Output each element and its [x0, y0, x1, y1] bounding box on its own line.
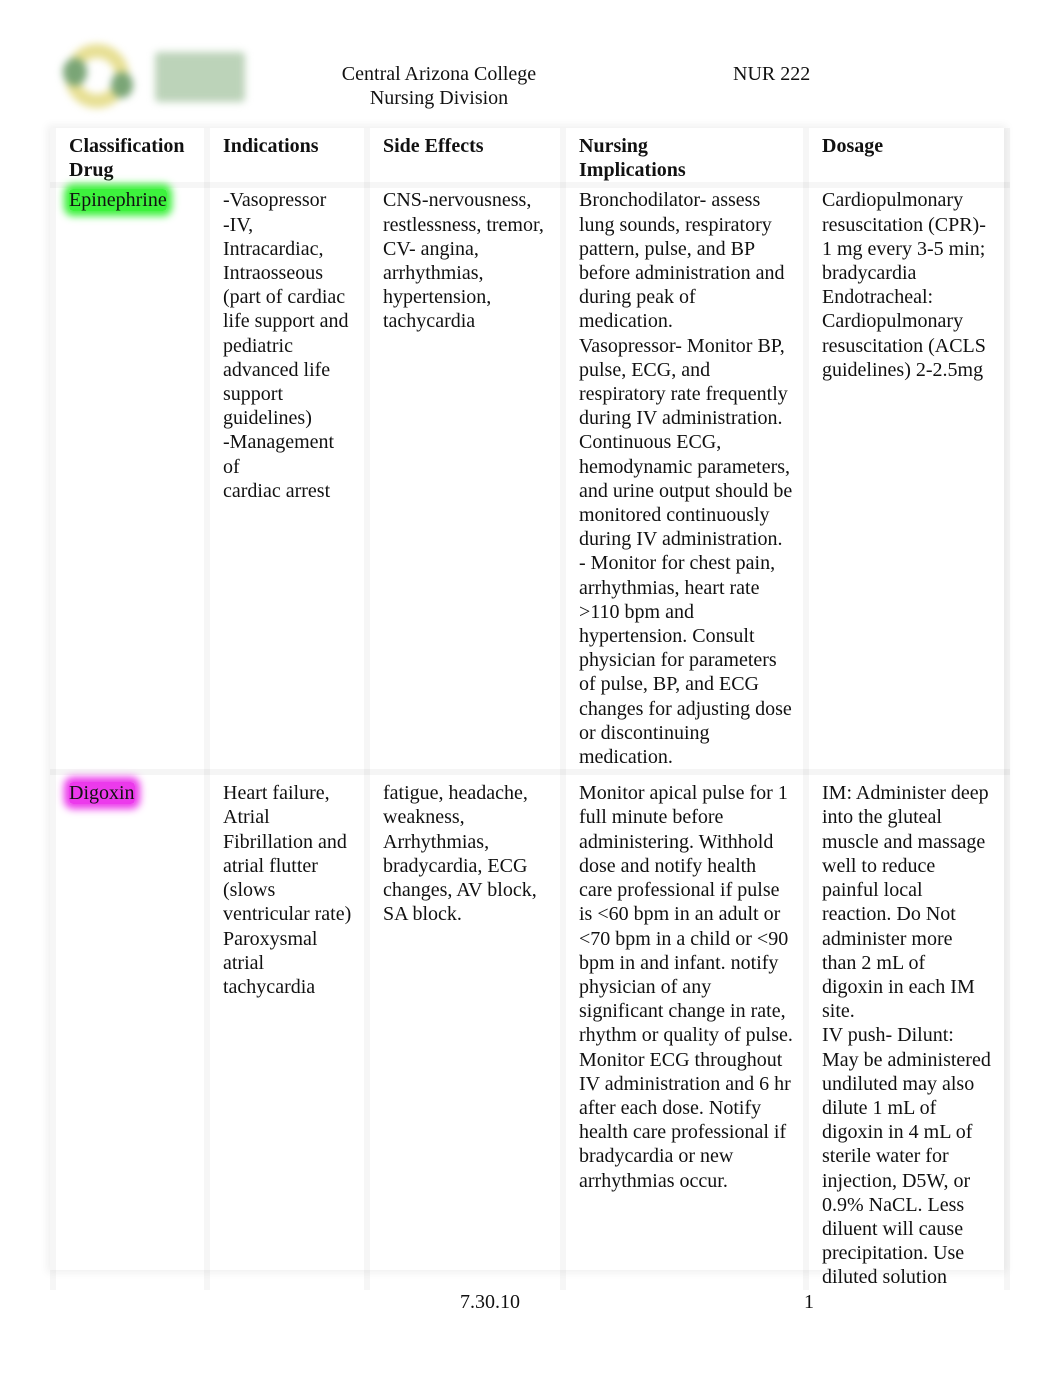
course-code: NUR 222 — [733, 63, 811, 85]
dosage-cell: Cardiopulmonary resuscitation (CPR)- 1 m… — [806, 185, 1007, 776]
logo-leaf-icon — [111, 72, 133, 98]
column-header-dosage: Dosage — [806, 128, 1007, 185]
document-header: Central Arizona College Nursing Division — [300, 62, 578, 110]
logo-leaf-icon — [63, 58, 87, 86]
page-number: 1 — [804, 1291, 814, 1313]
indications-cell: -Vasopressor -IV, Intracardiac, Intraoss… — [207, 185, 367, 776]
drug-table: Classification Drug Indications Side Eff… — [50, 128, 1007, 1288]
dosage-cell: IM: Administer deep into the gluteal mus… — [806, 772, 1007, 1289]
table-header-row: Classification Drug Indications Side Eff… — [53, 128, 1007, 185]
logo-wordmark — [155, 52, 245, 102]
drug-name: Digoxin — [69, 782, 135, 805]
drug-cell: Digoxin — [53, 772, 207, 1289]
side-effects-cell: fatigue, headache, weakness, Arrhythmias… — [367, 772, 563, 1289]
institution-name: Central Arizona College — [341, 63, 537, 85]
college-logo — [55, 38, 245, 114]
column-header-side-effects: Side Effects — [367, 128, 563, 185]
table-row: Epinephrine -Vasopressor -IV, Intracardi… — [53, 185, 1007, 776]
drug-name: Epinephrine — [69, 189, 167, 212]
table-row: Digoxin Heart failure, Atrial Fibrillati… — [53, 772, 1007, 1289]
indications-cell: Heart failure, Atrial Fibrillation and a… — [207, 772, 367, 1289]
footer-date: 7.30.10 — [460, 1291, 520, 1313]
nursing-implications-cell: Monitor apical pulse for 1 full minute b… — [563, 772, 806, 1289]
drug-cell: Epinephrine — [53, 185, 207, 776]
column-header-classification-drug: Classification Drug — [53, 128, 207, 185]
column-header-nursing-implications: Nursing Implications — [563, 128, 806, 185]
division-name: Nursing Division — [369, 87, 509, 109]
column-header-indications: Indications — [207, 128, 367, 185]
nursing-implications-cell: Bronchodilator- assess lung sounds, resp… — [563, 185, 806, 776]
side-effects-cell: CNS-nervousness, restlessness, tremor, C… — [367, 185, 563, 776]
